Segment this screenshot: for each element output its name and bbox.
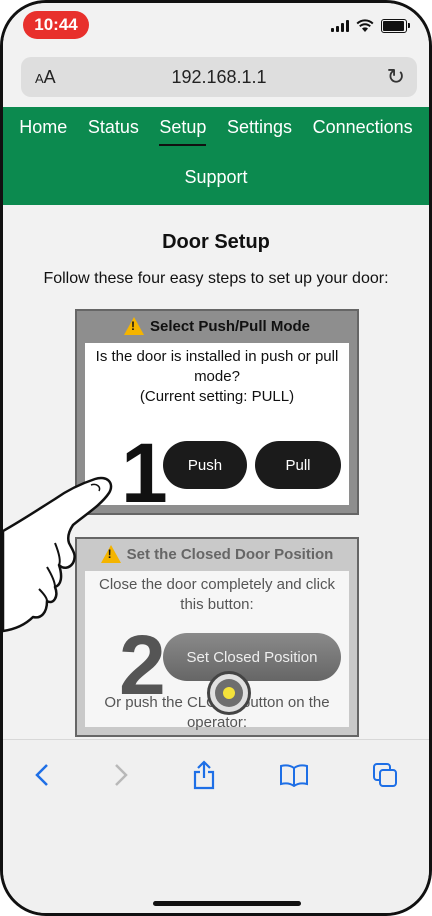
pointing-hand-icon <box>3 476 113 633</box>
nav-support[interactable]: Support <box>184 167 247 193</box>
status-time: 10:44 <box>23 11 89 39</box>
nav-status[interactable]: Status <box>88 117 139 146</box>
signal-icon <box>331 20 349 32</box>
url-text[interactable]: 192.168.1.1 <box>21 67 417 88</box>
forward-icon[interactable] <box>113 762 129 794</box>
system-icons <box>331 17 410 35</box>
set-closed-position-button[interactable]: Set Closed Position <box>163 633 341 681</box>
push-button[interactable]: Push <box>163 441 247 489</box>
tabs-icon[interactable] <box>372 762 398 795</box>
back-icon[interactable] <box>34 762 50 794</box>
pull-button[interactable]: Pull <box>255 441 341 489</box>
wifi-icon <box>356 19 374 32</box>
nav-home[interactable]: Home <box>19 117 67 146</box>
warning-icon <box>123 317 144 335</box>
step-1-text: Is the door is installed in push or pull… <box>95 348 339 385</box>
battery-icon <box>381 19 410 33</box>
nav-connections[interactable]: Connections <box>313 117 413 146</box>
step-2-title: Set the Closed Door Position <box>126 545 334 563</box>
nav-settings[interactable]: Settings <box>227 117 292 146</box>
site-nav: Home Status Setup Settings Connections S… <box>3 107 429 205</box>
bookmarks-icon[interactable] <box>279 762 309 794</box>
home-indicator <box>153 901 301 906</box>
phone-frame: 10:44 AA 192.168.1.1 ↻ Home Status Setup… <box>0 0 432 916</box>
page-subtitle: Follow these four easy steps to set up y… <box>43 270 389 287</box>
status-bar: 10:44 <box>3 3 429 49</box>
reload-icon[interactable]: ↻ <box>387 64 405 90</box>
address-bar[interactable]: AA 192.168.1.1 ↻ <box>21 57 417 97</box>
share-icon[interactable] <box>192 759 216 797</box>
text-size-button[interactable]: AA <box>35 67 56 88</box>
page-title: Door Setup <box>162 231 270 253</box>
step-1-current-setting: (Current setting: PULL) <box>139 388 295 405</box>
step-1-title: Select Push/Pull Mode <box>149 317 311 335</box>
close-button-icon <box>207 671 251 715</box>
step-1-header: Select Push/Pull Mode <box>77 311 357 341</box>
browser-toolbar <box>3 739 429 913</box>
nav-setup[interactable]: Setup <box>159 117 207 146</box>
